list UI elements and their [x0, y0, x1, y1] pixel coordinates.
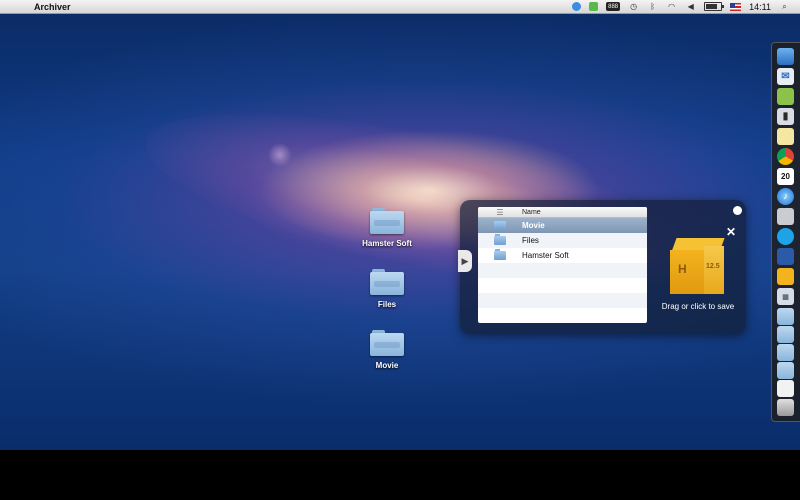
android-icon[interactable] [777, 88, 794, 105]
empty-row [478, 263, 647, 278]
finder-icon[interactable] [777, 48, 794, 65]
column-header-name[interactable]: Name [522, 209, 541, 216]
grid-folder-icon[interactable]: ▦ [777, 288, 794, 305]
bottom-letterbox [0, 450, 800, 500]
desktop-folder-movie[interactable]: Movie [347, 330, 427, 370]
dock: ✉ ▮ 20 ♪ ▦ [771, 42, 800, 422]
drag-to-save-hint: Drag or click to save [661, 302, 735, 311]
list-item[interactable]: Files [478, 233, 647, 248]
folder-icon[interactable] [777, 326, 794, 343]
trash-icon[interactable] [777, 399, 794, 416]
bluetooth-icon[interactable]: ᛒ [647, 2, 658, 11]
input-source-flag-icon[interactable] [730, 2, 742, 11]
battery-icon[interactable] [704, 2, 725, 11]
globe-icon[interactable] [572, 2, 582, 11]
desktop-folder-files[interactable]: Files [347, 269, 427, 309]
folder-icon [494, 234, 506, 245]
spotlight-search-icon[interactable]: ⌕ [779, 2, 790, 11]
menu-extras: 888 ◷ ᛒ ◠ ◀ 14:11 ⌕ [572, 2, 800, 12]
box-logo-letter: H [678, 262, 687, 276]
skype-icon[interactable] [777, 228, 794, 245]
folder-icon [494, 249, 506, 260]
list-item[interactable]: Hamster Soft [478, 248, 647, 263]
expand-panel-button[interactable]: ▶ [458, 250, 472, 272]
empty-row [478, 293, 647, 308]
facetime-icon[interactable]: ▮ [777, 108, 794, 125]
app-menu-name[interactable]: Archiver [34, 2, 71, 12]
chrome-icon[interactable] [777, 148, 794, 165]
list-item[interactable]: Movie [478, 218, 647, 233]
menu-bar: Archiver 888 ◷ ᛒ ◠ ◀ 14:11 ⌕ [0, 0, 800, 14]
mail-icon[interactable]: ✉ [777, 68, 794, 85]
desktop-folder-label: Hamster Soft [362, 239, 412, 248]
desktop-folder-label: Movie [375, 361, 399, 370]
archive-file-list[interactable]: ☰ Name Movie Files Hamster Soft [478, 207, 647, 323]
window-toggle-button[interactable] [733, 206, 742, 215]
word-icon[interactable] [777, 248, 794, 265]
list-item-label: Movie [522, 221, 545, 230]
list-item-label: Files [522, 236, 539, 245]
wifi-icon[interactable]: ◠ [666, 2, 677, 11]
archive-box-icon[interactable]: H 12.5 [670, 238, 726, 298]
notes-icon[interactable] [777, 128, 794, 145]
folder-icon[interactable] [777, 344, 794, 361]
calendar-icon[interactable]: 20 [777, 168, 794, 185]
box-version-label: 12.5 [706, 263, 720, 270]
folder-icon[interactable] [777, 362, 794, 379]
hamster-icon[interactable] [777, 268, 794, 285]
folder-icon [494, 219, 506, 230]
close-icon[interactable]: ✕ [726, 225, 736, 239]
list-menu-icon[interactable]: ☰ [478, 208, 522, 217]
empty-row [478, 278, 647, 293]
list-header: ☰ Name [478, 207, 647, 218]
volume-icon[interactable]: ◀ [685, 2, 696, 11]
folder-icon[interactable] [777, 308, 794, 325]
desktop-folder-hamster-soft[interactable]: Hamster Soft [347, 208, 427, 248]
folder-icon [370, 330, 404, 356]
list-item-label: Hamster Soft [522, 251, 569, 260]
folder-icon [370, 208, 404, 234]
archiver-panel: ▶ ☰ Name Movie Files Hamster Soft ✕ H 12… [458, 200, 746, 334]
itunes-icon[interactable]: ♪ [777, 188, 794, 205]
menu-clock[interactable]: 14:11 [749, 2, 771, 12]
folder-icon [370, 269, 404, 295]
document-icon[interactable] [777, 380, 794, 397]
chevron-right-icon: ▶ [461, 255, 469, 266]
time-machine-icon[interactable]: ◷ [628, 2, 639, 11]
desktop-folder-label: Files [377, 300, 397, 309]
status-badge[interactable]: 888 [606, 2, 621, 11]
app-status-icon[interactable] [589, 2, 599, 11]
preview-icon[interactable] [777, 208, 794, 225]
